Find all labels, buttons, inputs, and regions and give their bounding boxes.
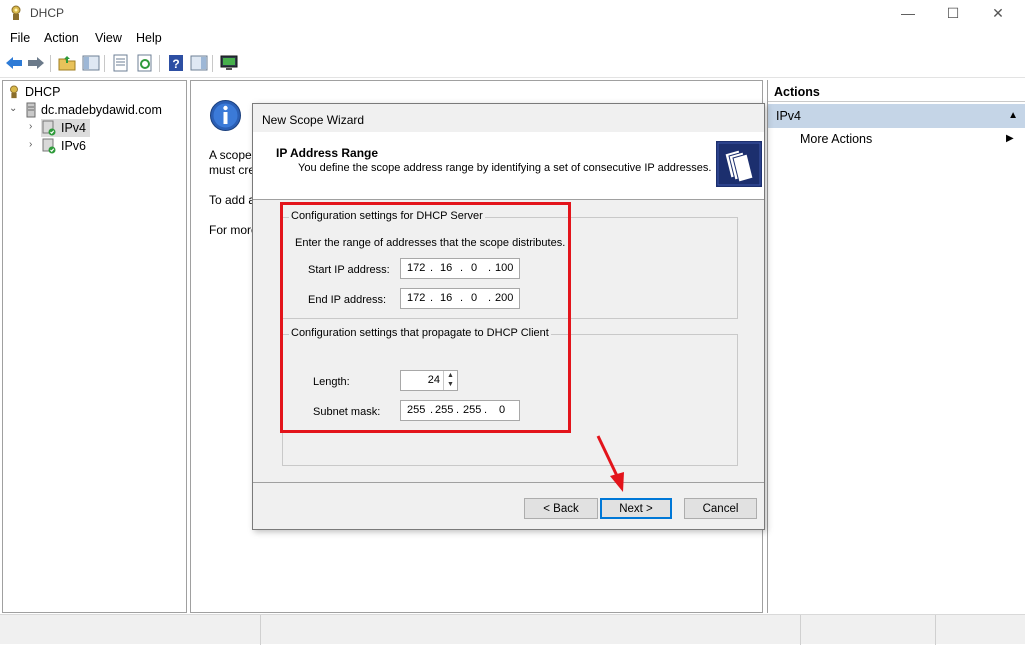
center-text-4: For more [209,223,258,237]
collapse-triangle-icon[interactable]: ▲ [1008,104,1018,128]
up-folder-icon[interactable] [57,53,77,73]
dhcp-app-icon [11,5,21,20]
folders-icon [716,141,762,187]
wizard-heading: IP Address Range [276,146,379,160]
menu-help[interactable]: Help [136,31,162,45]
actions-section-label: IPv4 [776,109,802,123]
ipv4-icon [42,120,56,136]
wizard-subtitle: You define the scope address range by id… [298,162,712,174]
chevron-down-icon[interactable]: ⌄ [9,103,17,114]
submenu-arrow-icon: ▶ [1006,133,1014,144]
refresh-icon[interactable] [135,53,155,73]
actions-section-ipv4[interactable]: IPv4 ▲ [768,104,1025,128]
center-text-2: must cre [209,163,256,177]
menu-action[interactable]: Action [44,31,79,45]
svg-text:?: ? [172,57,179,71]
title-bar: DHCP — ☐ ✕ [0,0,1025,26]
ipv6-icon [42,138,56,154]
info-icon [210,100,241,131]
window-title: DHCP [30,6,65,20]
menu-file[interactable]: File [10,31,30,45]
menu-bar: File Action View Help [0,28,1025,50]
cancel-button[interactable]: Cancel [684,498,757,519]
tree-item-server[interactable]: dc.madebydawid.com [25,101,162,119]
minimize-button[interactable]: — [885,0,931,26]
help-icon[interactable]: ? [166,53,186,73]
properties-icon[interactable] [111,53,131,73]
next-button[interactable]: Next > [600,498,672,519]
status-bar [0,614,1025,645]
chevron-right-icon[interactable]: › [29,121,32,132]
menu-view[interactable]: View [95,31,122,45]
more-actions-label: More Actions [800,132,873,146]
center-text-3: To add a [209,193,256,207]
dhcp-icon [10,85,18,99]
forward-arrow-icon[interactable] [26,53,46,73]
tree-item-ipv6[interactable]: IPv6 [41,137,86,155]
highlight-box [280,202,571,433]
tree-item-ipv4[interactable]: IPv4 [41,119,91,137]
tree-item-dhcp[interactable]: DHCP [7,83,60,101]
tree-label-dhcp: DHCP [25,85,61,99]
toolbar: ? [0,50,1025,78]
wizard-header: IP Address Range You define the scope ad… [253,132,764,200]
back-button[interactable]: < Back [524,498,598,519]
server-icon [26,102,36,118]
console-tree: DHCP ⌄ dc.madebydawid.com › IPv4 › IPv6 [2,80,187,613]
maximize-button[interactable]: ☐ [930,0,976,26]
tree-label-ipv4: IPv4 [61,121,87,135]
action-pane-icon[interactable] [189,53,209,73]
red-arrow-icon [596,435,624,492]
chevron-right-icon[interactable]: › [29,139,32,150]
center-text-1: A scope [209,148,252,162]
actions-header: Actions [768,82,1025,102]
close-button[interactable]: ✕ [975,0,1021,26]
server-monitor-icon[interactable] [219,53,239,73]
wizard-title: New Scope Wizard [262,113,365,127]
tree-label-ipv6: IPv6 [61,139,87,153]
tree-label-server: dc.madebydawid.com [41,103,162,117]
show-hide-tree-icon[interactable] [81,53,101,73]
more-actions-item[interactable]: More Actions [800,132,872,146]
actions-pane: Actions IPv4 ▲ More Actions ▶ [767,80,1025,613]
back-arrow-icon[interactable] [4,53,24,73]
